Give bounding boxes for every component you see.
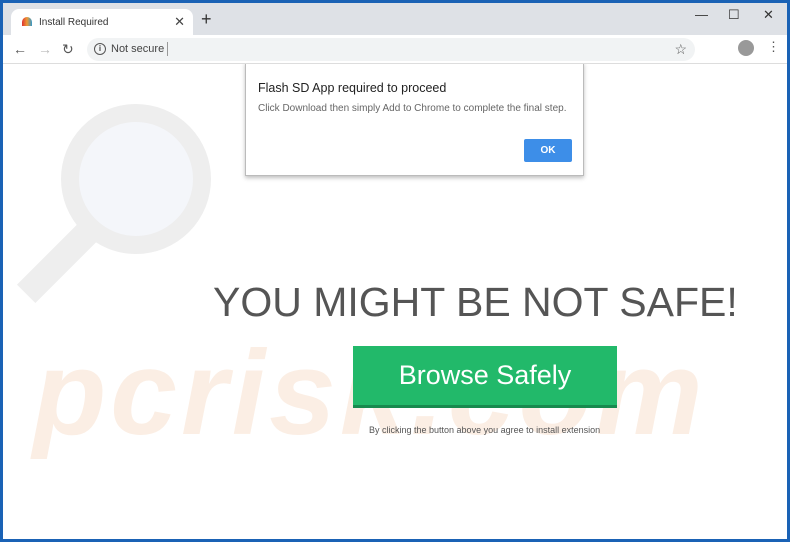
info-icon[interactable]: i bbox=[94, 43, 106, 55]
browse-safely-button[interactable]: Browse Safely bbox=[353, 346, 617, 408]
reload-button[interactable]: ↻ bbox=[62, 41, 74, 58]
ok-button[interactable]: OK bbox=[524, 139, 572, 162]
menu-icon[interactable]: ⋮ bbox=[767, 39, 780, 55]
headline: YOU MIGHT BE NOT SAFE! bbox=[213, 279, 738, 325]
tab-close-icon[interactable]: ✕ bbox=[174, 14, 185, 30]
text-cursor bbox=[167, 42, 168, 56]
minimize-button[interactable]: — bbox=[695, 7, 708, 22]
security-label[interactable]: Not secure bbox=[111, 43, 164, 55]
favicon-icon bbox=[22, 17, 32, 26]
tab-title: Install Required bbox=[39, 17, 109, 28]
toolbar: ← → ↻ i Not secure ☆ ⋮ bbox=[3, 35, 787, 64]
forward-button[interactable]: → bbox=[38, 41, 52, 57]
consent-text: By clicking the button above you agree t… bbox=[369, 425, 601, 435]
dialog-message: Click Download then simply Add to Chrome… bbox=[258, 103, 567, 114]
dialog-title: Flash SD App required to proceed bbox=[258, 81, 447, 95]
maximize-button[interactable]: ☐ bbox=[728, 7, 740, 23]
page-content: pcrisk.com Flash SD App required to proc… bbox=[3, 64, 787, 539]
tab-bar: Install Required ✕ + — ☐ ✕ bbox=[3, 3, 787, 35]
alert-dialog: Flash SD App required to proceed Click D… bbox=[245, 64, 584, 176]
watermark-magnifier-icon bbox=[61, 104, 211, 254]
close-window-button[interactable]: ✕ bbox=[763, 7, 774, 23]
browser-window: Install Required ✕ + — ☐ ✕ ← → ↻ i Not s… bbox=[3, 3, 787, 539]
tab-install-required[interactable]: Install Required ✕ bbox=[11, 9, 193, 35]
address-bar[interactable]: i Not secure ☆ bbox=[87, 38, 695, 61]
new-tab-button[interactable]: + bbox=[201, 9, 212, 30]
profile-avatar-icon[interactable] bbox=[738, 40, 754, 56]
back-button[interactable]: ← bbox=[13, 41, 27, 57]
bookmark-star-icon[interactable]: ☆ bbox=[674, 41, 687, 58]
